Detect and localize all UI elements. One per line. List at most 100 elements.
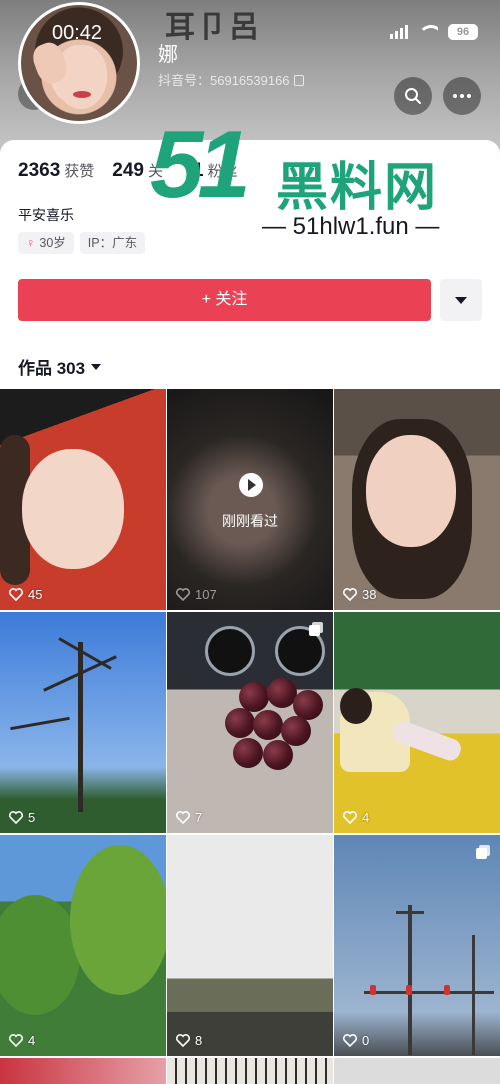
like-count: 0 [343, 1033, 369, 1048]
like-count: 8 [176, 1033, 202, 1048]
traffic-light [444, 985, 450, 995]
work-thumbnail-partial[interactable] [334, 1058, 500, 1084]
cherry-shape [225, 708, 255, 738]
like-count: 107 [176, 587, 217, 602]
like-count-value: 4 [28, 1033, 36, 1048]
douyin-id[interactable]: 抖音号：56916539166 [158, 70, 304, 89]
recommend-dropdown-button[interactable] [440, 279, 482, 321]
work-thumbnail[interactable]: 8 [167, 835, 333, 1056]
face-shape [22, 449, 124, 569]
female-icon: ♀ [26, 236, 36, 250]
work-thumbnail[interactable]: 0 [334, 835, 500, 1056]
heart-icon [343, 1034, 357, 1047]
traffic-light-arm [364, 991, 494, 994]
work-thumbnail[interactable]: 38 [334, 389, 500, 610]
work-thumbnail[interactable]: 4 [334, 612, 500, 833]
avatar-lips [73, 91, 91, 98]
work-thumbnail[interactable]: 刚刚看过 107 [167, 389, 333, 610]
profile-tags: ♀ 30岁 IP：广东 [18, 232, 146, 254]
search-icon [405, 88, 421, 104]
gauge-shape [205, 626, 255, 676]
like-count: 38 [343, 587, 376, 602]
more-button[interactable] [443, 77, 481, 115]
chevron-down-icon [455, 296, 467, 304]
stat-following[interactable]: 249 关 [112, 160, 163, 182]
utility-pole [472, 935, 475, 1055]
traffic-light [370, 985, 376, 995]
stat-followers-label: 粉丝 [207, 163, 238, 180]
stat-likes-label: 获赞 [64, 163, 95, 180]
traffic-light [406, 985, 412, 995]
cherry-shape [263, 740, 293, 770]
heart-icon [343, 588, 357, 601]
header-doodle-text: 耳卩呂 [165, 11, 261, 44]
follow-button[interactable]: + 关注 [18, 279, 431, 321]
cherry-shape [233, 738, 263, 768]
utility-pole-bar [396, 911, 424, 914]
work-thumbnail[interactable]: 5 [0, 612, 166, 833]
work-thumbnail-partial[interactable] [167, 1058, 333, 1084]
like-count-value: 4 [362, 810, 370, 825]
cherry-shape [253, 710, 283, 740]
like-count-value: 38 [362, 587, 377, 602]
status-icons: 96 [390, 24, 478, 40]
heart-icon [176, 588, 190, 601]
like-count: 7 [176, 810, 202, 825]
like-count: 4 [9, 1033, 35, 1048]
like-count-value: 5 [28, 810, 36, 825]
profile-bio: 平安喜乐 [18, 207, 74, 223]
stat-followers-value: 1 [193, 160, 204, 181]
profile-stats: 2363 获赞 249 关 1 粉丝 [18, 160, 238, 182]
stat-following-value: 249 [112, 160, 144, 181]
recently-viewed-label: 刚刚看过 [222, 513, 278, 529]
wifi-icon [418, 25, 438, 39]
like-count-value: 107 [195, 587, 217, 602]
ip-tag: IP：广东 [79, 232, 146, 254]
like-count-value: 7 [195, 810, 203, 825]
battery-icon: 96 [448, 24, 478, 40]
like-count-value: 45 [28, 587, 43, 602]
heart-icon [9, 811, 23, 824]
tree-canopy [0, 895, 80, 1015]
utility-pole [408, 905, 412, 1055]
heart-icon [176, 1034, 190, 1047]
search-button[interactable] [394, 77, 432, 115]
stat-followers[interactable]: 1 粉丝 [193, 160, 238, 182]
multi-image-icon [476, 845, 490, 859]
chevron-down-icon [91, 363, 102, 370]
play-icon [239, 473, 263, 497]
work-thumbnail[interactable]: 45 [0, 389, 166, 610]
tree-canopy [70, 845, 166, 995]
heart-icon [343, 811, 357, 824]
stat-likes-value: 2363 [18, 160, 61, 181]
heart-icon [9, 588, 23, 601]
works-tab-label: 作品 303 [18, 359, 86, 378]
heart-icon [9, 1034, 23, 1047]
work-thumbnail[interactable]: 4 [0, 835, 166, 1056]
age-tag: ♀ 30岁 [18, 232, 74, 254]
tree-branch [58, 637, 112, 670]
profile-card: 2363 获赞 249 关 1 粉丝 平安喜乐 ♀ 30岁 IP：广东 + 关注 作品 … [0, 140, 500, 392]
more-icon [453, 94, 471, 98]
like-count: 5 [9, 810, 35, 825]
work-thumbnail-partial[interactable] [0, 1058, 166, 1084]
tree-trunk [78, 642, 83, 812]
copy-icon[interactable] [293, 75, 304, 86]
status-time: 00:42 [52, 22, 103, 44]
signal-icon [390, 25, 408, 39]
kid-head [340, 688, 372, 724]
stat-likes[interactable]: 2363 获赞 [18, 160, 94, 182]
like-count: 4 [343, 810, 369, 825]
multi-image-icon [309, 622, 323, 636]
stat-following-label: 关 [148, 163, 164, 180]
douyin-id-text: 抖音号：56916539166 [158, 73, 290, 88]
nickname: 娜 [158, 44, 178, 66]
like-count-value: 0 [362, 1033, 370, 1048]
avatar[interactable] [18, 2, 140, 124]
like-count-value: 8 [195, 1033, 203, 1048]
heart-icon [176, 811, 190, 824]
works-tab[interactable]: 作品 303 [18, 354, 102, 379]
age-tag-text: 30岁 [39, 236, 66, 250]
works-grid: 45 刚刚看过 107 38 5 7 4 4 8 0 [0, 389, 500, 1084]
work-thumbnail[interactable]: 7 [167, 612, 333, 833]
